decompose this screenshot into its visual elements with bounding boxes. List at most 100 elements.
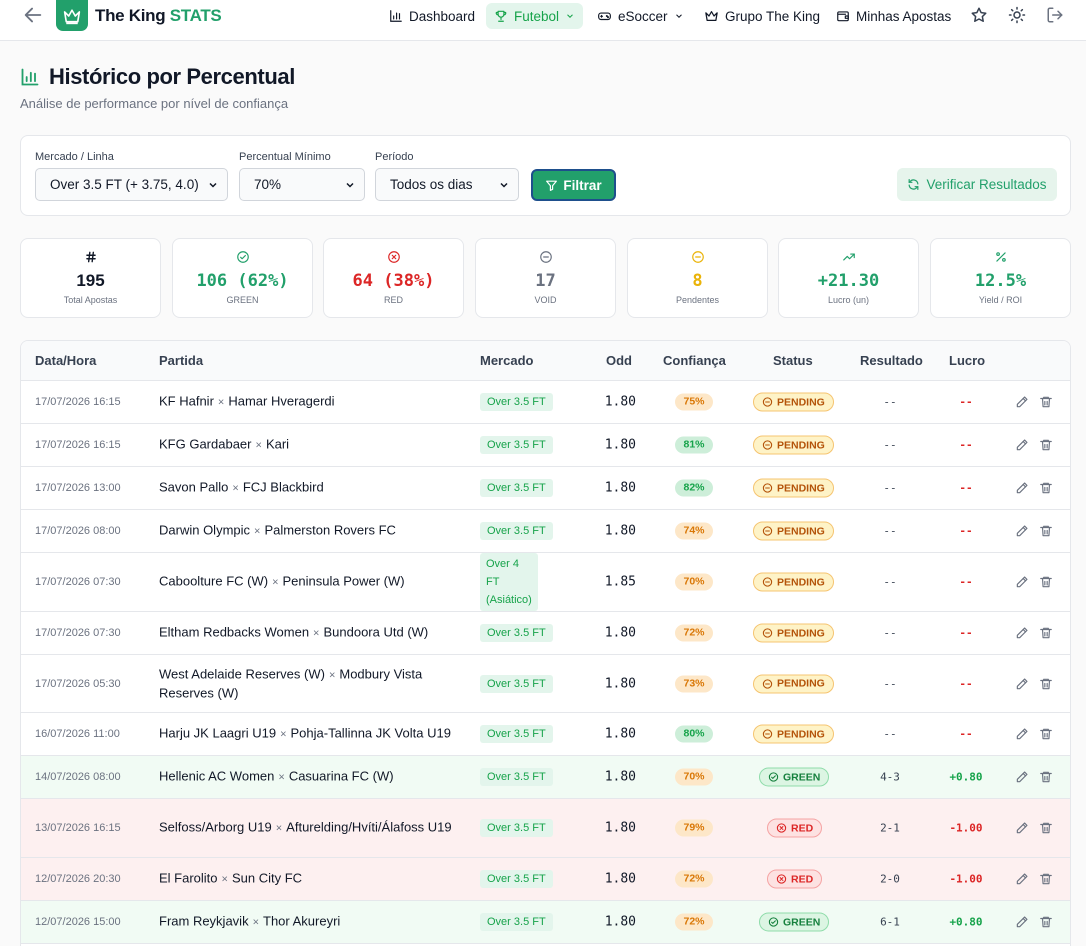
edit-icon[interactable] (1015, 626, 1029, 640)
row-match: KF Hafnir × Hamar Hveragerdi (159, 393, 459, 412)
away-team: Bundoora Utd (W) (323, 624, 429, 640)
row-date: 17/07/2026 05:30 (35, 677, 121, 690)
edit-icon[interactable] (1015, 575, 1029, 589)
star-icon[interactable] (970, 6, 988, 24)
row-result: 4-3 (880, 770, 900, 784)
sun-icon[interactable] (1008, 6, 1026, 24)
table-row[interactable]: 16/07/2026 11:00 Harju JK Laagri U19 × Pohj… (21, 713, 1070, 756)
status-badge: PENDING (753, 435, 834, 455)
stat-icon (779, 250, 918, 264)
nav-grupo-the-king[interactable]: Grupo The King (701, 3, 823, 29)
row-date: 14/07/2026 08:00 (35, 771, 121, 783)
col-odd[interactable]: Odd (606, 353, 632, 368)
table-row[interactable]: 17/07/2026 08:00 Darwin Olympic × Palmersto… (21, 510, 1070, 553)
row-match: Savon Pallo × FCJ Blackbird (159, 479, 459, 498)
home-team: Darwin Olympic (159, 522, 251, 538)
filter-button[interactable]: Filtrar (531, 169, 616, 201)
market-select[interactable]: Over 3.5 FT (+ 3.75, 4.0) (35, 168, 228, 201)
confidence-badge: 74% (675, 522, 713, 540)
edit-icon[interactable] (1015, 395, 1029, 409)
delete-icon[interactable] (1039, 481, 1053, 495)
clock-minus-icon (762, 577, 773, 587)
edit-icon[interactable] (1015, 821, 1029, 835)
crown-logo-icon[interactable] (56, 0, 88, 31)
status-badge: RED (767, 818, 823, 838)
delete-icon[interactable] (1039, 524, 1053, 538)
delete-icon[interactable] (1039, 915, 1053, 929)
delete-icon[interactable] (1039, 677, 1053, 691)
x-circle-icon (776, 874, 787, 884)
edit-icon[interactable] (1015, 524, 1029, 538)
table-row[interactable]: 17/07/2026 13:00 Savon Pallo × FCJ Blackbir… (21, 467, 1070, 510)
edit-icon[interactable] (1015, 677, 1029, 691)
row-result: -- (883, 626, 897, 640)
refresh-icon (909, 179, 919, 190)
delete-icon[interactable] (1039, 626, 1053, 640)
edit-icon[interactable] (1015, 727, 1029, 741)
table-row[interactable]: 17/07/2026 07:30 Eltham Redbacks Women × Bu… (21, 612, 1070, 655)
home-team: Savon Pallo (159, 479, 229, 495)
table-row[interactable]: 17/07/2026 07:30 Caboolture FC (W) × Penins… (21, 553, 1070, 612)
col-status[interactable]: Status (773, 353, 813, 368)
min-pct-select[interactable]: 70% (239, 168, 365, 201)
status-badge: PENDING (753, 521, 834, 541)
delete-icon[interactable] (1039, 438, 1053, 452)
verify-results-label: Verificar Resultados (926, 177, 1047, 192)
table-row[interactable]: 12/07/2026 20:30 El Farolito × Sun City FC O… (21, 858, 1070, 901)
status-label: RED (791, 822, 814, 834)
period-select[interactable]: Todos os dias (375, 168, 519, 201)
edit-icon[interactable] (1015, 438, 1029, 452)
table-row[interactable]: 13/07/2026 16:15 Selfoss/Arborg U19 × Aftur… (21, 799, 1070, 858)
col-match[interactable]: Partida (159, 353, 203, 368)
row-match: Selfoss/Arborg U19 × Afturelding/Hvíti/Ála… (159, 819, 459, 838)
row-profit: -- (959, 438, 973, 452)
delete-icon[interactable] (1039, 727, 1053, 741)
stat-label: RED (383, 295, 403, 305)
brand-main: The King (95, 6, 166, 25)
row-date: 17/07/2026 07:30 (35, 576, 121, 588)
edit-icon[interactable] (1015, 481, 1029, 495)
versus-separator: × (254, 525, 261, 538)
brand-accent: STATS (169, 6, 222, 25)
row-result: -- (883, 481, 897, 495)
edit-icon[interactable] (1015, 915, 1029, 929)
col-confidence[interactable]: Confiança (663, 353, 726, 368)
chevron-down-icon (346, 182, 354, 188)
stat-icon (21, 250, 160, 264)
logout-icon[interactable] (1046, 6, 1064, 24)
table-row[interactable]: 17/07/2026 05:30 West Adelaide Reserves (… (21, 655, 1070, 713)
status-label: PENDING (777, 525, 825, 537)
col-result[interactable]: Resultado (860, 353, 923, 368)
confidence-badge: 70% (675, 768, 713, 786)
col-date[interactable]: Data/Hora (35, 353, 96, 368)
edit-icon[interactable] (1015, 770, 1029, 784)
table-row[interactable]: 14/07/2026 08:00 Hellenic AC Women × Casuar… (21, 756, 1070, 799)
col-profit[interactable]: Lucro (949, 353, 985, 368)
delete-icon[interactable] (1039, 821, 1053, 835)
row-result: 6-1 (880, 915, 900, 929)
edit-icon[interactable] (1015, 872, 1029, 886)
verify-results-button[interactable]: Verificar Resultados (897, 168, 1057, 201)
table-row[interactable]: 12/07/2026 15:00 Fram Reykjavik × Thor Akur… (21, 901, 1070, 944)
hash-icon (85, 251, 96, 263)
table-row[interactable]: 17/07/2026 16:15 KF Hafnir × Hamar Hverager… (21, 381, 1070, 424)
nav-minhas-apostas[interactable]: Minhas Apostas (833, 3, 954, 29)
nav-futebol[interactable]: Futebol (486, 3, 584, 29)
delete-icon[interactable] (1039, 395, 1053, 409)
stat-value: 64 (38%) (352, 271, 435, 291)
away-team: FCJ Blackbird (242, 479, 324, 495)
delete-icon[interactable] (1039, 575, 1053, 589)
delete-icon[interactable] (1039, 872, 1053, 886)
table-row[interactable]: 17/07/2026 16:15 KFG Gardabaer × Kari Over 3… (21, 424, 1070, 467)
market-badge: Over 3.5 FT (480, 725, 553, 743)
delete-icon[interactable] (1039, 770, 1053, 784)
nav-dashboard[interactable]: Dashboard (386, 3, 478, 29)
confidence-badge: 72% (675, 870, 713, 888)
col-market[interactable]: Mercado (480, 353, 533, 368)
row-date: 17/07/2026 13:00 (35, 482, 121, 494)
back-arrow-icon[interactable] (22, 4, 44, 26)
brand-name[interactable]: The King STATS (95, 6, 222, 26)
stat-value: 8 (692, 271, 703, 291)
nav-esoccer[interactable]: eSoccer (594, 3, 687, 29)
stat-label: GREEN (226, 295, 259, 305)
